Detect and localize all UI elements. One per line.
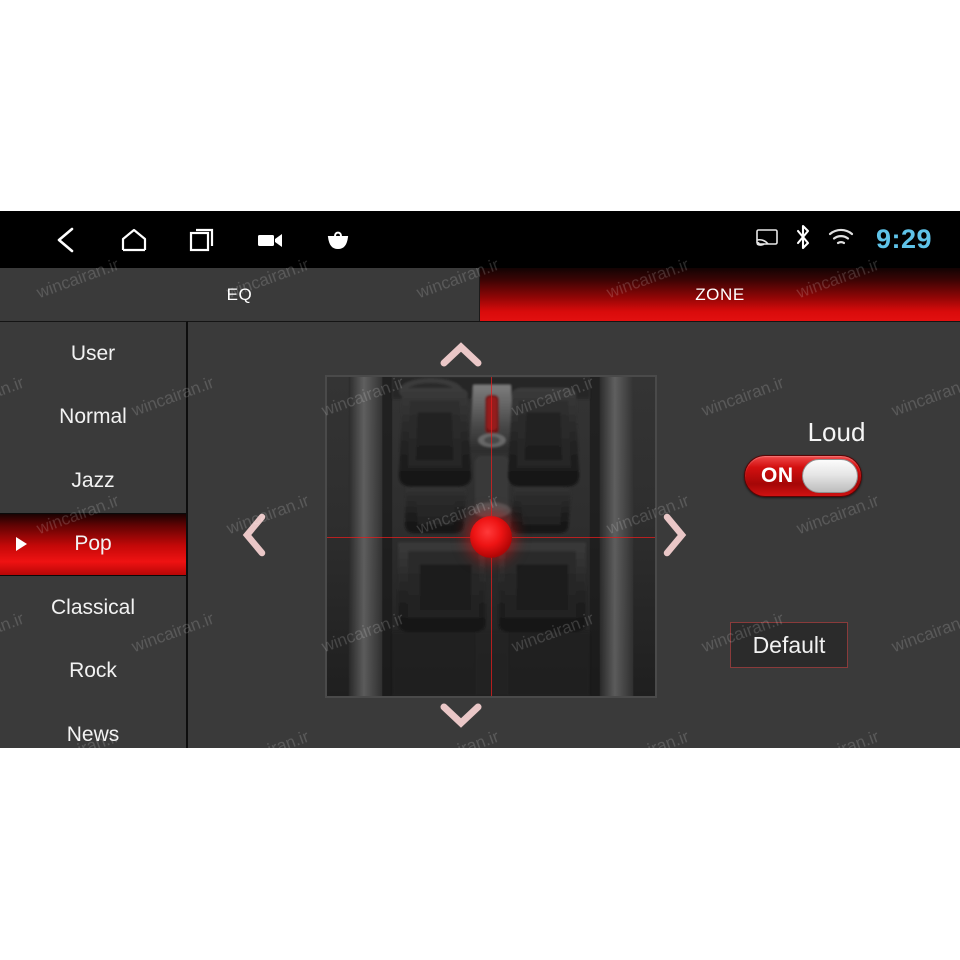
tab-bar: EQ ZONE — [0, 268, 960, 321]
eq-preset-label: Jazz — [71, 468, 115, 492]
bag-button[interactable] — [304, 211, 372, 268]
eq-preset-jazz[interactable]: Jazz — [0, 449, 186, 513]
navigation-bar — [32, 211, 372, 268]
zone-picker — [213, 322, 708, 748]
eq-preset-news[interactable]: News — [0, 703, 186, 748]
video-button[interactable] — [236, 211, 304, 268]
zone-controls: Loud ON Default — [713, 322, 960, 748]
loud-toggle[interactable]: ON — [744, 455, 862, 497]
zone-down-button[interactable] — [439, 702, 483, 733]
loud-label: Loud — [807, 417, 866, 447]
eq-preset-normal[interactable]: Normal — [0, 386, 186, 450]
car-interior-view[interactable] — [325, 375, 657, 698]
video-icon — [256, 230, 284, 250]
head-unit-screen: 9:29 EQ ZONE User Normal Jazz Pop Classi… — [0, 211, 960, 748]
eq-preset-label: Pop — [74, 532, 112, 556]
back-button[interactable] — [32, 211, 100, 268]
clock: 9:29 — [875, 224, 932, 254]
eq-preset-list: User Normal Jazz Pop Classical Rock News — [0, 321, 188, 748]
wifi-icon — [828, 227, 854, 252]
bag-icon — [325, 228, 351, 252]
home-icon — [119, 226, 149, 254]
eq-preset-classical[interactable]: Classical — [0, 576, 186, 640]
screenshot-canvas: 9:29 EQ ZONE User Normal Jazz Pop Classi… — [0, 0, 960, 960]
bluetooth-icon — [794, 224, 812, 255]
cast-icon — [756, 228, 778, 252]
loud-toggle-knob[interactable] — [802, 459, 858, 493]
status-indicators: 9:29 — [756, 211, 932, 268]
zone-up-button[interactable] — [439, 342, 483, 373]
home-button[interactable] — [100, 211, 168, 268]
eq-preset-label: Rock — [69, 659, 117, 683]
recents-icon — [187, 225, 217, 255]
tab-eq-label: EQ — [226, 284, 253, 304]
zone-right-button[interactable] — [661, 512, 687, 563]
play-triangle-icon — [16, 537, 27, 552]
eq-preset-user[interactable]: User — [0, 322, 186, 386]
tab-zone-label: ZONE — [695, 284, 745, 304]
default-button[interactable]: Default — [730, 622, 848, 668]
chevron-right-icon — [661, 513, 687, 562]
chevron-up-icon — [439, 342, 483, 372]
eq-preset-pop[interactable]: Pop — [0, 512, 186, 576]
eq-preset-label: User — [70, 341, 116, 365]
loud-toggle-state: ON — [761, 464, 794, 487]
tab-zone[interactable]: ZONE — [480, 268, 960, 321]
chevron-left-icon — [241, 513, 267, 562]
zone-position-dot[interactable] — [470, 515, 512, 558]
eq-preset-label: Normal — [59, 405, 127, 429]
back-icon — [53, 225, 79, 255]
tab-eq[interactable]: EQ — [0, 268, 480, 321]
zone-left-button[interactable] — [241, 512, 267, 563]
chevron-down-icon — [439, 703, 483, 732]
content-area: User Normal Jazz Pop Classical Rock News… — [0, 321, 960, 748]
default-button-label: Default — [752, 631, 826, 658]
eq-preset-label: Classical — [50, 595, 136, 619]
recents-button[interactable] — [168, 211, 236, 268]
zone-panel: Loud ON Default — [188, 321, 960, 748]
eq-preset-label: News — [66, 722, 120, 746]
android-status-bar: 9:29 — [0, 211, 960, 268]
eq-preset-rock[interactable]: Rock — [0, 640, 186, 704]
